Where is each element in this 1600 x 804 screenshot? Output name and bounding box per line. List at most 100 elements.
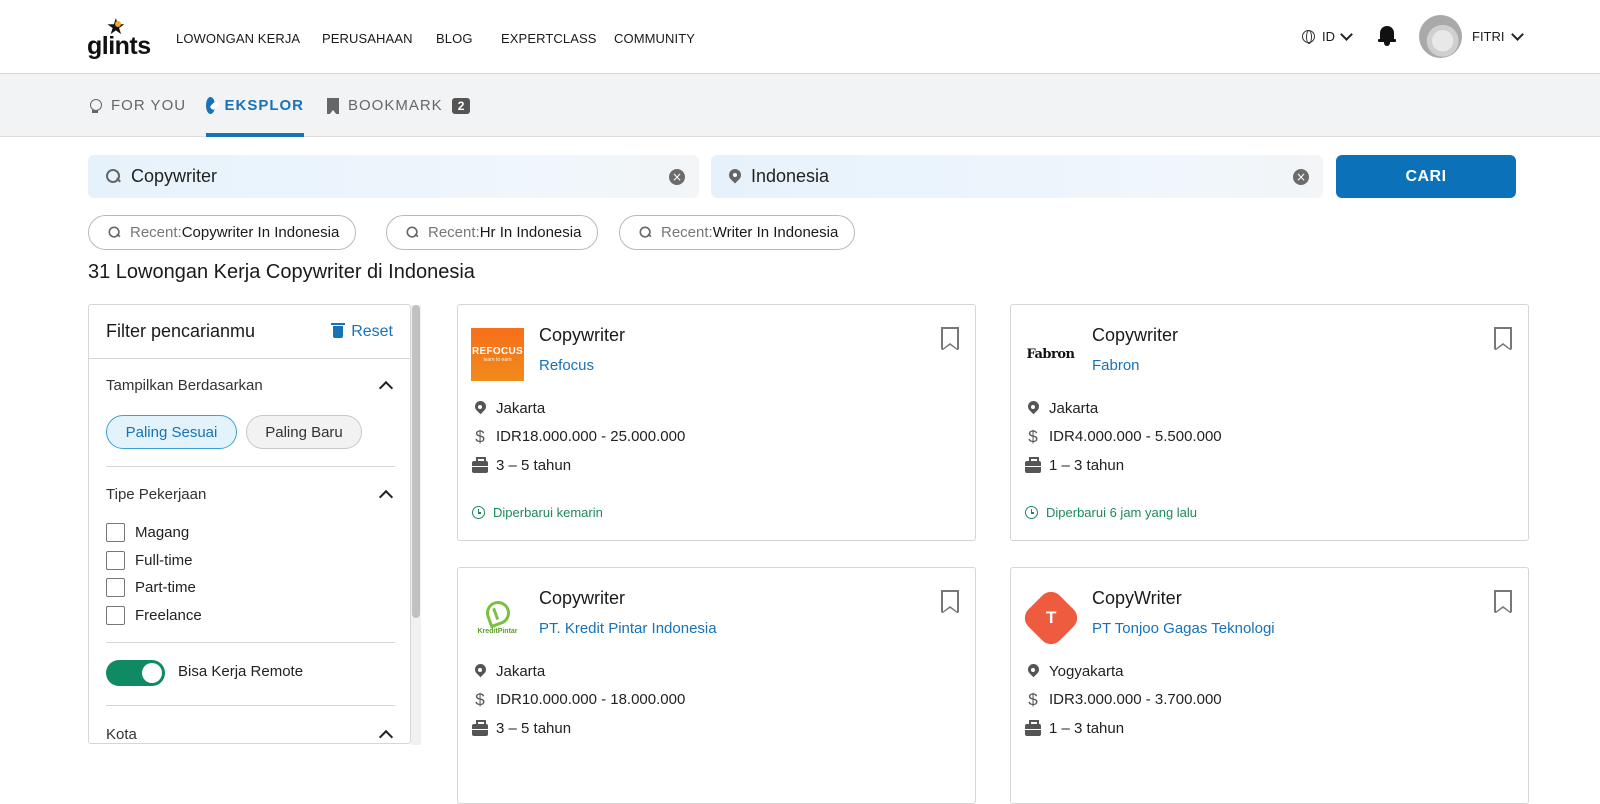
company-logo: KreditPintar bbox=[471, 591, 524, 644]
updated-status: Diperbarui kemarin bbox=[472, 505, 603, 520]
logo-text: Fabron bbox=[1026, 347, 1075, 362]
job-salary: $ IDR10.000.000 - 18.000.000 bbox=[472, 689, 685, 709]
company-logo: T bbox=[1019, 586, 1082, 649]
job-location: Jakarta bbox=[472, 663, 545, 680]
checkbox-freelance[interactable] bbox=[106, 606, 125, 625]
bookmark-icon[interactable] bbox=[1494, 327, 1512, 350]
search-button[interactable]: CARI bbox=[1336, 155, 1516, 198]
logo-text: KreditPintar bbox=[477, 627, 518, 635]
job-title[interactable]: Copywriter bbox=[539, 588, 625, 609]
job-card[interactable]: REFOCUS learn to earn Copywriter Refocus… bbox=[457, 304, 976, 541]
bookmark-icon bbox=[327, 97, 339, 115]
bookmark-icon[interactable] bbox=[1494, 590, 1512, 613]
job-type-section-title: Tipe Pekerjaan bbox=[106, 486, 207, 503]
checkbox-magang[interactable] bbox=[106, 523, 125, 542]
checkbox-part-time[interactable] bbox=[106, 578, 125, 597]
checkbox-label: Full-time bbox=[135, 552, 193, 569]
location-text: Jakarta bbox=[496, 663, 546, 680]
checkbox-full-time[interactable] bbox=[106, 551, 125, 570]
avatar[interactable] bbox=[1419, 15, 1462, 58]
search-query[interactable]: Copywriter bbox=[131, 166, 217, 187]
tabs-bar: FOR YOU EKSPLOR BOOKMARK 2 bbox=[0, 74, 1600, 137]
recent-search-chip[interactable]: Recent:Hr In Indonesia bbox=[386, 215, 599, 250]
bookmark-icon[interactable] bbox=[941, 590, 959, 613]
job-location: Jakarta bbox=[1025, 400, 1098, 417]
nav-link-blog[interactable]: BLOG bbox=[436, 31, 473, 46]
company-name[interactable]: PT. Kredit Pintar Indonesia bbox=[539, 620, 717, 637]
logo-text: glints bbox=[87, 32, 151, 60]
leaf-icon bbox=[482, 597, 513, 628]
dollar-icon: $ bbox=[475, 689, 485, 709]
job-salary: $ IDR3.000.000 - 3.700.000 bbox=[1025, 689, 1222, 709]
language-selector[interactable]: ID bbox=[1302, 27, 1353, 44]
checkbox-label: Part-time bbox=[135, 579, 196, 596]
dollar-icon: $ bbox=[1028, 689, 1038, 709]
company-name[interactable]: Refocus bbox=[539, 357, 594, 374]
sort-option-relevant[interactable]: Paling Sesuai bbox=[106, 415, 237, 449]
recent-search-chip[interactable]: Recent:Writer In Indonesia bbox=[619, 215, 856, 250]
results-title: 31 Lowongan Kerja Copywriter di Indonesi… bbox=[88, 261, 475, 283]
chevron-down-icon bbox=[1340, 27, 1353, 41]
nav-link-perusahaan[interactable]: PERUSAHAAN bbox=[322, 31, 413, 46]
filter-scrollbar[interactable] bbox=[411, 305, 421, 745]
nav-link-lowongan-kerja[interactable]: LOWONGAN KERJA bbox=[176, 31, 300, 46]
company-logo: Fabron bbox=[1024, 328, 1077, 381]
reset-button[interactable]: Reset bbox=[331, 322, 393, 341]
search-icon bbox=[106, 169, 121, 184]
recent-search-chip[interactable]: Recent:Copywriter In Indonesia bbox=[88, 215, 357, 250]
search-input[interactable]: Copywriter × bbox=[88, 155, 699, 198]
chip-term: Hr In Indonesia bbox=[479, 224, 582, 241]
filter-header: Filter pencarianmu Reset bbox=[89, 305, 410, 359]
sort-option-newest[interactable]: Paling Baru bbox=[246, 415, 362, 449]
job-title[interactable]: CopyWriter bbox=[1092, 588, 1182, 609]
job-card[interactable]: T CopyWriter PT Tonjoo Gagas Teknologi Y… bbox=[1010, 567, 1529, 804]
chip-prefix: Recent: bbox=[661, 224, 713, 241]
compass-icon bbox=[206, 97, 216, 114]
job-salary: $ IDR4.000.000 - 5.500.000 bbox=[1025, 428, 1222, 446]
company-name[interactable]: Fabron bbox=[1092, 357, 1140, 374]
location-pin-icon bbox=[729, 169, 741, 185]
nav-link-community[interactable]: COMMUNITY bbox=[614, 31, 695, 46]
location-value[interactable]: Indonesia bbox=[751, 166, 829, 187]
job-experience: 1 – 3 tahun bbox=[1025, 457, 1124, 474]
glints-logo[interactable]: ★ glints bbox=[87, 16, 151, 62]
updated-status: Diperbarui 6 jam yang lalu bbox=[1025, 505, 1197, 520]
location-text: Yogyakarta bbox=[1049, 663, 1124, 680]
tab-bookmark[interactable]: BOOKMARK 2 bbox=[327, 74, 471, 137]
location-input[interactable]: Indonesia × bbox=[711, 155, 1323, 198]
tab-for-you[interactable]: FOR YOU bbox=[88, 74, 186, 137]
tab-eksplor[interactable]: EKSPLOR bbox=[206, 74, 304, 137]
chevron-down-icon bbox=[1510, 27, 1524, 41]
user-menu[interactable]: FITRI bbox=[1472, 27, 1524, 44]
briefcase-icon bbox=[1025, 457, 1041, 473]
company-name[interactable]: PT Tonjoo Gagas Teknologi bbox=[1092, 620, 1275, 637]
job-experience: 1 – 3 tahun bbox=[1025, 720, 1124, 737]
tab-label: BOOKMARK bbox=[348, 97, 443, 114]
bookmark-icon[interactable] bbox=[941, 327, 959, 350]
remote-toggle-label: Bisa Kerja Remote bbox=[178, 663, 304, 680]
job-title[interactable]: Copywriter bbox=[539, 325, 625, 346]
salary-text: IDR4.000.000 - 5.500.000 bbox=[1049, 428, 1222, 445]
search-icon bbox=[639, 226, 652, 239]
job-card[interactable]: Fabron Copywriter Fabron Jakarta $ IDR4.0… bbox=[1010, 304, 1529, 541]
job-location: Jakarta bbox=[472, 400, 545, 417]
company-logo: REFOCUS learn to earn bbox=[471, 328, 524, 381]
divider bbox=[106, 642, 395, 643]
job-card[interactable]: KreditPintar Copywriter PT. Kredit Pinta… bbox=[457, 567, 976, 804]
tab-label: EKSPLOR bbox=[224, 97, 304, 114]
search-icon bbox=[108, 226, 121, 239]
clear-location-icon[interactable]: × bbox=[1293, 169, 1309, 185]
remote-toggle[interactable] bbox=[106, 660, 165, 686]
chip-prefix: Recent: bbox=[130, 224, 182, 241]
updated-text: Diperbarui 6 jam yang lalu bbox=[1046, 505, 1198, 520]
job-title[interactable]: Copywriter bbox=[1092, 325, 1178, 346]
lightbulb-icon bbox=[88, 97, 102, 114]
clear-search-icon[interactable]: × bbox=[669, 169, 685, 185]
nav-link-expertclass[interactable]: EXPERTCLASS bbox=[501, 31, 597, 46]
bell-icon[interactable] bbox=[1378, 26, 1396, 46]
salary-text: IDR18.000.000 - 25.000.000 bbox=[496, 428, 686, 445]
location-pin-icon bbox=[1028, 664, 1039, 679]
salary-text: IDR3.000.000 - 3.700.000 bbox=[1049, 691, 1222, 708]
location-pin-icon bbox=[475, 664, 486, 679]
location-text: Jakarta bbox=[1049, 400, 1099, 417]
